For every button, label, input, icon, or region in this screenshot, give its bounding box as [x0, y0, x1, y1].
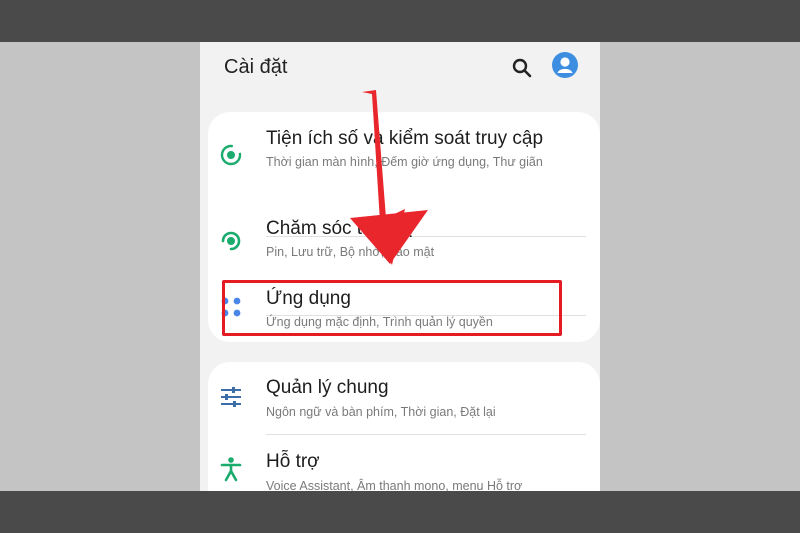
search-icon[interactable] — [510, 56, 534, 80]
letterbox-bottom — [0, 491, 800, 533]
digital-wellbeing-icon — [218, 142, 244, 168]
background-left — [0, 42, 200, 491]
account-icon[interactable] — [552, 52, 578, 78]
item-subtitle: Thời gian màn hình, Đếm giờ ứng dụng, Th… — [266, 155, 543, 169]
letterbox-top — [0, 0, 800, 42]
settings-item-accessibility[interactable]: Hỗ trợ Voice Assistant, Âm thanh mono, m… — [208, 436, 600, 491]
item-title: Quản lý chung — [266, 377, 389, 398]
item-title: Hỗ trợ — [266, 451, 320, 472]
divider — [266, 434, 586, 435]
settings-item-general-management[interactable]: Quản lý chung Ngôn ngữ và bàn phím, Thời… — [208, 362, 600, 432]
highlight-box — [222, 280, 562, 336]
accessibility-icon — [218, 456, 244, 482]
item-subtitle: Ngôn ngữ và bàn phím, Thời gian, Đặt lại — [266, 405, 496, 419]
page-title: Cài đặt — [224, 56, 288, 78]
settings-screen: Cài đặt Tiện ích số và kiểm soát truy cậ… — [200, 42, 600, 491]
settings-card-2: Quản lý chung Ngôn ngữ và bàn phím, Thời… — [208, 362, 600, 491]
settings-item-digital-wellbeing[interactable]: Tiện ích số và kiểm soát truy cập Thời g… — [208, 112, 600, 192]
item-subtitle: Pin, Lưu trữ, Bộ nhớ, Bảo mật — [266, 245, 435, 259]
device-care-icon — [218, 228, 244, 254]
background-right — [600, 42, 800, 491]
item-title: Tiện ích số và kiểm soát truy cập — [266, 128, 544, 149]
settings-item-device-care[interactable]: Chăm sóc thiết bị Pin, Lưu trữ, Bộ nhớ, … — [208, 200, 600, 276]
item-title: Chăm sóc thiết bị — [266, 218, 413, 239]
item-subtitle: Voice Assistant, Âm thanh mono, menu Hỗ … — [266, 479, 523, 491]
general-management-icon — [218, 384, 244, 410]
